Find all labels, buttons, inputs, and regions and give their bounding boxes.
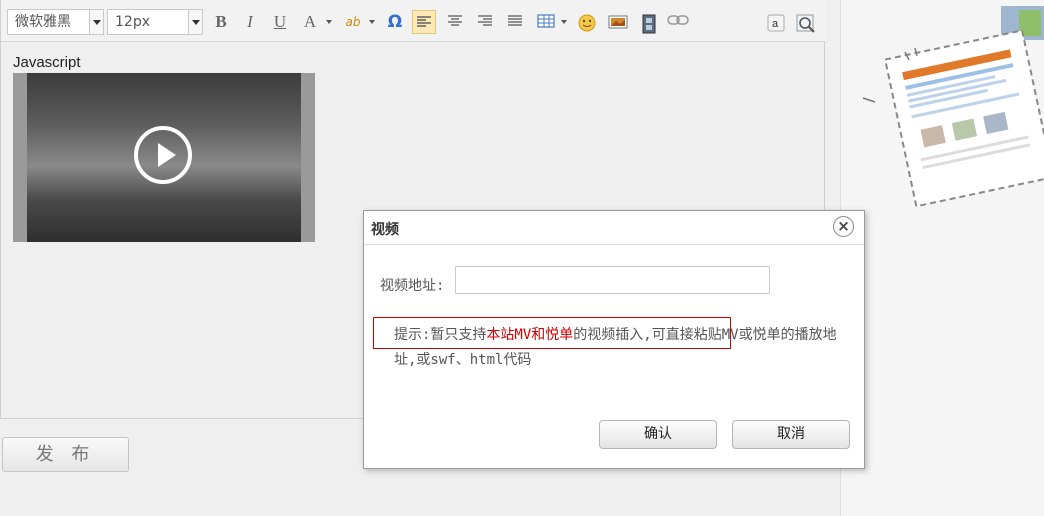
image-button[interactable] [606, 10, 630, 34]
chevron-down-icon [89, 10, 103, 34]
dialog-title: 视频 [371, 222, 399, 238]
text-mode-button[interactable]: a [764, 10, 788, 34]
font-color-button[interactable]: A [298, 10, 322, 34]
smiley-icon [578, 14, 596, 32]
editor-toolbar: 微软雅黑 12px B I U A ab Ω a [1, 0, 826, 42]
video-button[interactable] [637, 10, 661, 34]
preview-button[interactable] [794, 10, 818, 34]
table-button[interactable] [534, 10, 558, 34]
embedded-video-thumbnail[interactable] [13, 73, 315, 242]
film-icon [642, 14, 656, 34]
spellcheck-button[interactable]: ab [341, 10, 365, 34]
editor-content-text: Javascript [13, 54, 81, 71]
link-button[interactable] [666, 10, 690, 34]
svg-text:a: a [772, 18, 779, 30]
chevron-down-icon[interactable] [561, 20, 567, 24]
font-size-select[interactable]: 12px [107, 9, 203, 35]
font-family-select[interactable]: 微软雅黑 [7, 9, 104, 35]
align-left-icon [417, 16, 431, 27]
align-right-button[interactable] [473, 10, 497, 34]
underline-button[interactable]: U [268, 10, 292, 34]
video-url-label: 视频地址: [380, 278, 445, 294]
link-icon [667, 15, 689, 25]
magnifier-icon [796, 14, 815, 33]
chevron-down-icon[interactable] [369, 20, 375, 24]
emoji-button[interactable] [575, 10, 599, 34]
image-icon [608, 15, 628, 29]
align-left-button[interactable] [412, 10, 436, 34]
confirm-button[interactable]: 确认 [599, 420, 717, 449]
special-char-button[interactable]: Ω [383, 10, 407, 34]
bold-button[interactable]: B [209, 10, 233, 34]
align-center-button[interactable] [443, 10, 467, 34]
letter-a-icon: a [767, 14, 785, 32]
play-icon[interactable] [134, 126, 192, 184]
align-right-icon [478, 15, 492, 26]
chevron-down-icon [188, 10, 202, 34]
dialog-header: 视频 × [364, 211, 864, 245]
align-justify-icon [508, 15, 522, 26]
page-illustration-icon [862, 6, 1044, 208]
font-family-value: 微软雅黑 [15, 14, 71, 30]
font-size-value: 12px [115, 14, 150, 30]
right-sidebar [840, 0, 1044, 516]
close-icon[interactable]: × [833, 216, 854, 237]
italic-button[interactable]: I [238, 10, 262, 34]
align-center-icon [448, 15, 462, 26]
video-url-input[interactable] [455, 266, 770, 294]
hint-prefix: 提示:暂只支持 [394, 327, 487, 343]
table-icon [537, 14, 555, 28]
hint-highlight: 本站MV和悦单 [486, 327, 574, 343]
publish-button[interactable]: 发 布 [2, 437, 129, 472]
chevron-down-icon[interactable] [326, 20, 332, 24]
align-justify-button[interactable] [503, 10, 527, 34]
cancel-button[interactable]: 取消 [732, 420, 850, 449]
hint-text: 提示:暂只支持本站MV和悦单的视频插入,可直接粘贴MV或悦单的播放地址,或swf… [394, 323, 839, 373]
video-dialog: 视频 × 视频地址: 提示:暂只支持本站MV和悦单的视频插入,可直接粘贴MV或悦… [363, 210, 865, 469]
